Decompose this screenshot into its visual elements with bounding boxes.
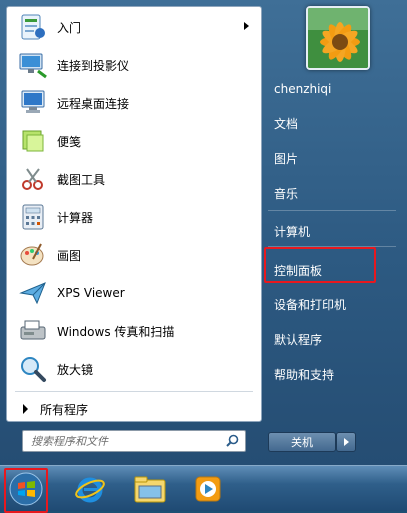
right-item-label: 默认程序 [274,332,323,347]
right-item-devices-printers[interactable]: 设备和打印机 [268,291,398,317]
right-item-label: 图片 [274,151,299,166]
xps-viewer-icon [17,277,49,309]
projector-icon [17,49,49,81]
search-icon[interactable] [226,434,239,450]
windows-explorer-icon[interactable] [130,469,170,509]
sticky-notes-icon [17,125,49,157]
shutdown-label: 关机 [291,436,313,449]
chevron-right-icon [343,438,349,446]
program-label: 远程桌面连接 [57,96,130,111]
program-label: 计算器 [57,210,94,225]
right-item-documents[interactable]: 文档 [268,110,398,136]
divider [268,210,396,211]
program-label: XPS Viewer [57,286,125,300]
user-name: chenzhiqi [274,82,332,96]
program-item-sticky-notes[interactable]: 便笺 [11,123,257,159]
divider [15,391,253,392]
program-label: 放大镜 [57,362,94,377]
paint-icon [17,239,49,271]
program-label: Windows 传真和扫描 [57,324,175,339]
media-player-icon[interactable] [188,469,228,509]
control-panel-highlight-box [264,247,376,283]
fax-scan-icon [17,315,49,347]
shutdown-options-button[interactable] [336,432,356,452]
right-item-label: 文档 [274,116,299,131]
start-menu: 入门 连接到投影仪 远程桌面连接 便笺 截图工具 计算器 画图 XPS View… [0,0,407,465]
snipping-tool-icon [17,163,49,195]
right-item-label: 音乐 [274,186,299,201]
taskbar [0,465,407,513]
program-item-calculator[interactable]: 计算器 [11,199,257,235]
right-item-label: 计算机 [274,224,311,239]
program-label: 截图工具 [57,172,106,187]
remote-desktop-icon [17,87,49,119]
program-label: 入门 [57,20,82,35]
program-label: 连接到投影仪 [57,58,130,73]
shutdown-button[interactable]: 关机 [268,432,336,452]
calculator-icon [17,201,49,233]
program-item-remote-desktop[interactable]: 远程桌面连接 [11,85,257,121]
program-item-snipping-tool[interactable]: 截图工具 [11,161,257,197]
right-item-default-programs[interactable]: 默认程序 [268,326,398,352]
search-input[interactable] [29,431,223,451]
right-item-help-support[interactable]: 帮助和支持 [268,361,398,387]
search-box[interactable] [22,430,246,452]
program-item-xps-viewer[interactable]: XPS Viewer [11,275,257,311]
all-programs-label: 所有程序 [40,402,89,417]
program-item-magnifier[interactable]: 放大镜 [11,351,257,387]
program-label: 画图 [57,248,82,263]
user-name-link[interactable]: chenzhiqi [268,76,398,102]
expand-arrow-icon [23,404,28,414]
right-item-music[interactable]: 音乐 [268,180,398,206]
program-item-getting-started[interactable]: 入门 [11,9,257,45]
right-item-label: 帮助和支持 [274,367,335,382]
program-item-projector[interactable]: 连接到投影仪 [11,47,257,83]
right-item-computer[interactable]: 计算机 [268,218,398,244]
program-item-paint[interactable]: 画图 [11,237,257,273]
right-item-label: 设备和打印机 [274,297,347,312]
internet-explorer-icon[interactable] [70,469,110,509]
start-button-highlight-box [4,468,48,513]
programs-pane: 入门 连接到投影仪 远程桌面连接 便笺 截图工具 计算器 画图 XPS View… [6,6,262,422]
program-label: 便笺 [57,134,82,149]
program-item-fax-scan[interactable]: Windows 传真和扫描 [11,313,257,349]
right-item-pictures[interactable]: 图片 [268,145,398,171]
getting-started-icon [17,11,49,43]
all-programs-button[interactable]: 所有程序 [11,397,257,421]
submenu-arrow-icon[interactable] [244,22,249,30]
user-avatar[interactable] [306,6,370,70]
magnifier-icon [17,353,49,385]
